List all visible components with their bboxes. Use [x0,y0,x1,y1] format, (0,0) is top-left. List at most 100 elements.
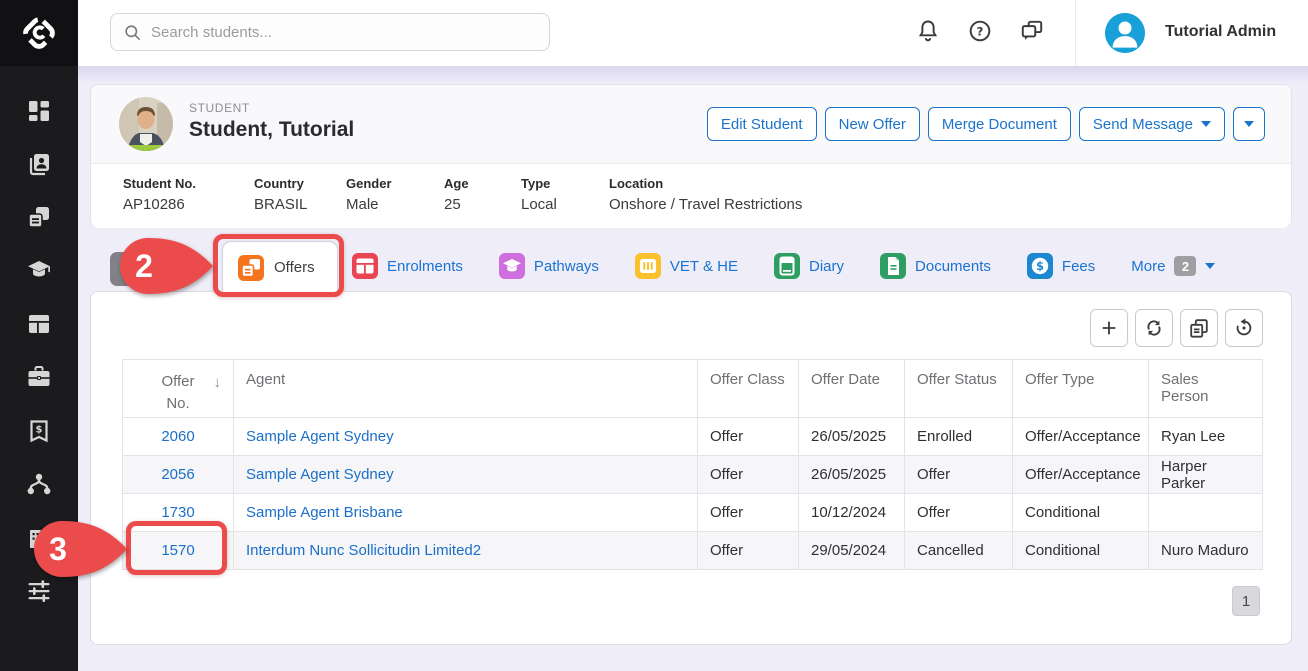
help-icon[interactable]: ? [967,18,993,44]
agent-link[interactable]: Sample Agent Sydney [246,428,394,445]
edit-student-label: Edit Student [721,116,803,133]
student-card-icon[interactable] [26,151,52,177]
table-row: 1570 Interdum Nunc Sollicitudin Limited2… [123,532,1263,570]
column-header-offer-date[interactable]: Offer Date [799,360,905,418]
dashboard-icon[interactable] [26,98,52,124]
column-header-agent[interactable]: Agent [234,360,698,418]
table-row: 2060 Sample Agent Sydney Offer 26/05/202… [123,418,1263,456]
pagination-page-1[interactable]: 1 [1232,586,1260,616]
tab-pathways[interactable]: Pathways [499,253,599,279]
agent-cell: Sample Agent Brisbane [234,494,698,532]
sales-person-cell: Ryan Lee [1149,418,1263,456]
offer-status-cell: Enrolled [905,418,1013,456]
tab-enrolments-label: Enrolments [387,258,463,275]
annotation-highlight-offer-1570 [126,521,227,575]
column-label: Offer Type [1025,371,1095,388]
column-header-sales-person[interactable]: Sales Person [1149,360,1263,418]
offer-date-cell: 29/05/2024 [799,532,905,570]
tab-documents[interactable]: Documents [880,253,991,279]
new-offer-label: New Offer [839,116,906,133]
sort-desc-icon: ↓ [214,372,222,394]
annotation-step-number: 3 [49,531,67,567]
field-location: LocationOnshore / Travel Restrictions [609,176,802,228]
agent-link[interactable]: Sample Agent Brisbane [246,504,403,521]
svg-text:$: $ [36,425,43,436]
table-row: 2056 Sample Agent Sydney Offer 26/05/202… [123,456,1263,494]
tab-pathways-label: Pathways [534,258,599,275]
diary-tab-icon [774,253,800,279]
tab-fees[interactable]: $ Fees [1027,253,1095,279]
field-value: AP10286 [123,196,254,213]
offer-no-link[interactable]: 1730 [161,504,194,521]
tab-bar: Enrolments Pathways VET & HE Diary Docum… [352,241,1215,291]
chevron-down-icon [1244,121,1254,127]
agent-cell: Interdum Nunc Sollicitudin Limited2 [234,532,698,570]
merge-document-button[interactable]: Merge Document [928,107,1071,141]
field-value: Male [346,196,444,213]
bell-icon[interactable] [915,18,941,44]
table-toolbar [1090,309,1263,347]
app-window: $ ? Tutorial Admin [0,0,1308,671]
offer-no-link[interactable]: 2056 [161,466,194,483]
tab-more-label: More [1131,258,1165,275]
fees-tab-icon: $ [1027,253,1053,279]
student-photo[interactable] [119,97,173,151]
user-name[interactable]: Tutorial Admin [1165,23,1276,41]
tab-more[interactable]: More 2 [1131,256,1215,276]
offer-status-cell: Offer [905,456,1013,494]
column-header-offer-class[interactable]: Offer Class [698,360,799,418]
more-actions-button[interactable] [1233,107,1265,141]
copy-button[interactable] [1180,309,1218,347]
offer-no-link[interactable]: 2060 [161,428,194,445]
search-box[interactable] [110,13,550,51]
column-header-offer-type[interactable]: Offer Type [1013,360,1149,418]
add-button[interactable] [1090,309,1128,347]
student-header: STUDENT Student, Tutorial Edit Student N… [91,85,1291,163]
column-label: Offer Class [710,371,785,388]
student-info-bar: Student No.AP10286 CountryBRASIL GenderM… [91,163,1291,228]
tab-vet-he[interactable]: VET & HE [635,253,738,279]
field-label: Age [444,176,521,191]
briefcase-icon[interactable] [26,364,52,390]
tab-diary-label: Diary [809,258,844,275]
offers-icon[interactable] [26,204,52,230]
chat-icon[interactable] [1019,18,1045,44]
offer-status-cell: Offer [905,494,1013,532]
edit-student-button[interactable]: Edit Student [707,107,817,141]
sliders-icon[interactable] [26,578,52,604]
network-icon[interactable] [26,471,52,497]
search-input[interactable] [151,24,537,41]
layout-icon[interactable] [26,311,52,337]
new-offer-button[interactable]: New Offer [825,107,920,141]
field-value: BRASIL [254,196,346,213]
offer-type-cell: Conditional [1013,494,1149,532]
history-button[interactable] [1225,309,1263,347]
annotation-pin-step-2: 2 [104,237,214,295]
agent-link[interactable]: Interdum Nunc Sollicitudin Limited2 [246,542,481,559]
field-gender: Gender Male [346,176,444,228]
topbar-divider [1075,0,1076,66]
tab-diary[interactable]: Diary [774,253,844,279]
column-header-offer-status[interactable]: Offer Status [905,360,1013,418]
agent-cell: Sample Agent Sydney [234,456,698,494]
price-tag-icon[interactable]: $ [26,418,52,444]
tab-enrolments[interactable]: Enrolments [352,253,463,279]
search-icon [123,23,142,42]
chevron-down-icon [1201,121,1211,127]
tab-documents-label: Documents [915,258,991,275]
agent-link[interactable]: Sample Agent Sydney [246,466,394,483]
send-message-button[interactable]: Send Message [1079,107,1225,141]
user-avatar[interactable] [1105,13,1145,53]
app-logo[interactable] [0,0,78,66]
tab-vet-he-label: VET & HE [670,258,738,275]
graduation-cap-icon[interactable] [26,257,52,283]
refresh-button[interactable] [1135,309,1173,347]
table-row: 1730 Sample Agent Brisbane Offer 10/12/2… [123,494,1263,532]
offer-class-cell: Offer [698,532,799,570]
topbar: ? Tutorial Admin [78,0,1308,66]
annotation-step-number: 2 [135,248,153,284]
field-value: Local [521,196,609,213]
column-header-offer-no[interactable]: Offer No.↓ [123,360,234,418]
field-label: Gender [346,176,444,191]
field-type: TypeLocal [521,176,609,228]
